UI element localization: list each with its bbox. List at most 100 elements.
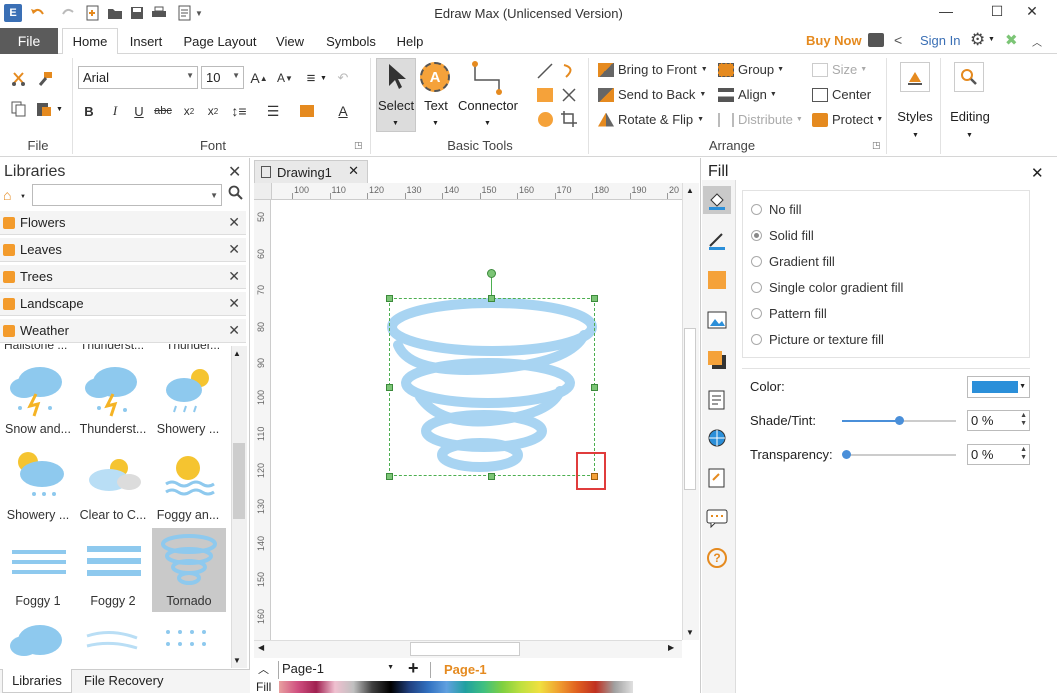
minimize-icon[interactable]: — (924, 0, 968, 22)
sign-in-link[interactable]: Sign In (920, 33, 960, 48)
underline-icon[interactable]: U (128, 100, 150, 122)
text-tool-icon[interactable]: A (420, 62, 450, 92)
radio-pattern-fill[interactable]: Pattern fill (751, 306, 827, 321)
resize-handle-top-right[interactable] (591, 295, 598, 302)
ellipse-tool-icon[interactable] (534, 108, 556, 130)
editing-dropdown-icon[interactable]: ▼ (966, 132, 973, 139)
help-icon[interactable]: ? (705, 546, 729, 570)
send-to-back-button[interactable]: Send to Back ▼ (598, 87, 706, 102)
connector-tool-label[interactable]: Connector (456, 98, 520, 113)
symbol-tornado[interactable]: Tornado (153, 530, 225, 610)
symbol-thunderstorm[interactable]: Thunderst... (77, 358, 149, 438)
size-button[interactable]: Size ▼ (812, 62, 867, 77)
connector-tool-icon[interactable] (470, 60, 504, 99)
styles-label[interactable]: Styles (892, 109, 938, 124)
tab-view[interactable]: View (268, 28, 312, 55)
bullets-icon[interactable]: ☰ (262, 100, 284, 122)
buy-now-link[interactable]: Buy Now (806, 33, 862, 48)
resize-handle-bottom[interactable] (488, 473, 495, 480)
center-button[interactable]: Center (812, 87, 871, 102)
grow-font-icon[interactable]: A ▲ (248, 67, 270, 89)
add-page-icon[interactable]: + (408, 658, 419, 679)
close-fill-panel-icon[interactable]: ✕ (1031, 164, 1044, 182)
strikethrough-icon[interactable]: abc (152, 100, 174, 122)
tab-page-layout[interactable]: Page Layout (176, 28, 264, 55)
radio-gradient-fill[interactable]: Gradient fill (751, 254, 835, 269)
page-selector[interactable]: Page-1 ▼ (278, 661, 398, 679)
symbol-drizzle-partial[interactable] (152, 616, 224, 669)
cut-icon[interactable] (8, 68, 30, 90)
tab-insert[interactable]: Insert (120, 28, 172, 55)
settings-dropdown-icon[interactable]: ▼ (988, 36, 995, 43)
text-direction-icon[interactable]: ↶ (332, 67, 354, 89)
library-scroll-thumb[interactable] (233, 443, 245, 519)
close-window-icon[interactable]: ✕ (1010, 0, 1054, 22)
rectangle-tool-icon[interactable] (534, 84, 556, 106)
scroll-right-icon[interactable]: ▶ (668, 643, 674, 652)
canvas-vscroll-thumb[interactable] (684, 328, 696, 490)
tab-file-recovery[interactable]: File Recovery (84, 673, 163, 688)
collapse-ribbon-icon[interactable]: ︿ (1032, 34, 1042, 49)
close-icon[interactable]: ✕ (228, 295, 240, 312)
crop-tool-icon[interactable] (558, 108, 580, 130)
copy-icon[interactable] (8, 98, 30, 120)
distribute-button[interactable]: Distribute ▼ (718, 112, 803, 127)
italic-icon[interactable]: I (104, 100, 126, 122)
close-icon[interactable]: ✕ (228, 322, 240, 339)
symbol-foggy-2[interactable]: Foggy 2 (77, 530, 149, 610)
scroll-up-icon[interactable]: ▲ (233, 349, 241, 358)
resize-handle-top[interactable] (488, 295, 495, 302)
editing-label[interactable]: Editing (944, 109, 996, 124)
line-tool-icon[interactable] (534, 60, 556, 82)
scroll-down-icon[interactable]: ▼ (686, 628, 694, 637)
symbol-foggy-1[interactable]: Foggy 1 (2, 530, 74, 610)
bring-to-front-button[interactable]: Bring to Front ▼ (598, 62, 708, 77)
rotate-flip-button[interactable]: Rotate & Flip ▼ (598, 112, 704, 127)
close-icon[interactable]: ✕ (228, 268, 240, 285)
align-text-icon[interactable]: ≡ (300, 67, 322, 89)
radio-picture-texture-fill[interactable]: Picture or texture fill (751, 332, 884, 347)
theme-icon[interactable]: ✖ (1005, 31, 1018, 49)
subscript-icon[interactable]: x2 (178, 100, 200, 122)
shadow-icon[interactable] (705, 348, 729, 372)
superscript-icon[interactable]: x2 (202, 100, 224, 122)
symbol-snow-and[interactable]: Snow and... (2, 358, 74, 438)
symbol-showery-1[interactable]: Showery ... (152, 358, 224, 438)
resize-handle-right[interactable] (591, 384, 598, 391)
align-dropdown-icon[interactable]: ▼ (320, 75, 327, 82)
resize-handle-left[interactable] (386, 384, 393, 391)
align-button[interactable]: Align ▼ (718, 87, 777, 102)
font-dialog-launcher-icon[interactable]: ◳ (354, 140, 363, 151)
font-family-select[interactable]: Arial ▼ (78, 66, 198, 89)
protect-button[interactable]: Protect ▼ (812, 112, 883, 127)
connector-dropdown-icon[interactable]: ▼ (484, 120, 491, 127)
text-tool-label[interactable]: Text (420, 98, 452, 113)
paste-icon[interactable] (34, 98, 56, 120)
line-style-icon[interactable] (705, 228, 729, 252)
tab-help[interactable]: Help (388, 28, 432, 55)
resize-handle-bottom-left[interactable] (386, 473, 393, 480)
transparency-slider[interactable] (842, 450, 956, 459)
library-search-icon[interactable] (228, 185, 244, 204)
symbol-foggy-and[interactable]: Foggy an... (152, 444, 224, 524)
color-picker[interactable]: ▼ (967, 376, 1030, 398)
comment-icon[interactable] (705, 506, 729, 530)
cross-tool-icon[interactable] (558, 84, 580, 106)
arrange-dialog-launcher-icon[interactable]: ◳ (872, 140, 881, 151)
library-search-input[interactable]: ▼ (32, 184, 222, 206)
home-icon[interactable]: ⌂ (3, 187, 11, 203)
document-tab[interactable]: Drawing1 ✕ (254, 160, 368, 183)
radio-single-color-gradient-fill[interactable]: Single color gradient fill (751, 280, 903, 295)
scroll-left-icon[interactable]: ◀ (258, 643, 264, 652)
shrink-font-icon[interactable]: A ▼ (274, 67, 296, 89)
symbol-showery-2[interactable]: Showery ... (2, 444, 74, 524)
close-libraries-icon[interactable]: ✕ (228, 162, 241, 182)
library-category-leaves[interactable]: Leaves ✕ (0, 238, 246, 262)
share-icon[interactable]: < (894, 32, 902, 48)
search-icon[interactable] (954, 62, 984, 92)
canvas-hscroll-thumb[interactable] (410, 642, 520, 656)
hyperlink-globe-icon[interactable] (705, 426, 729, 450)
shape-style-icon[interactable] (705, 268, 729, 292)
styles-dropdown-icon[interactable]: ▼ (912, 132, 919, 139)
active-page-tab[interactable]: Page-1 (444, 662, 487, 677)
